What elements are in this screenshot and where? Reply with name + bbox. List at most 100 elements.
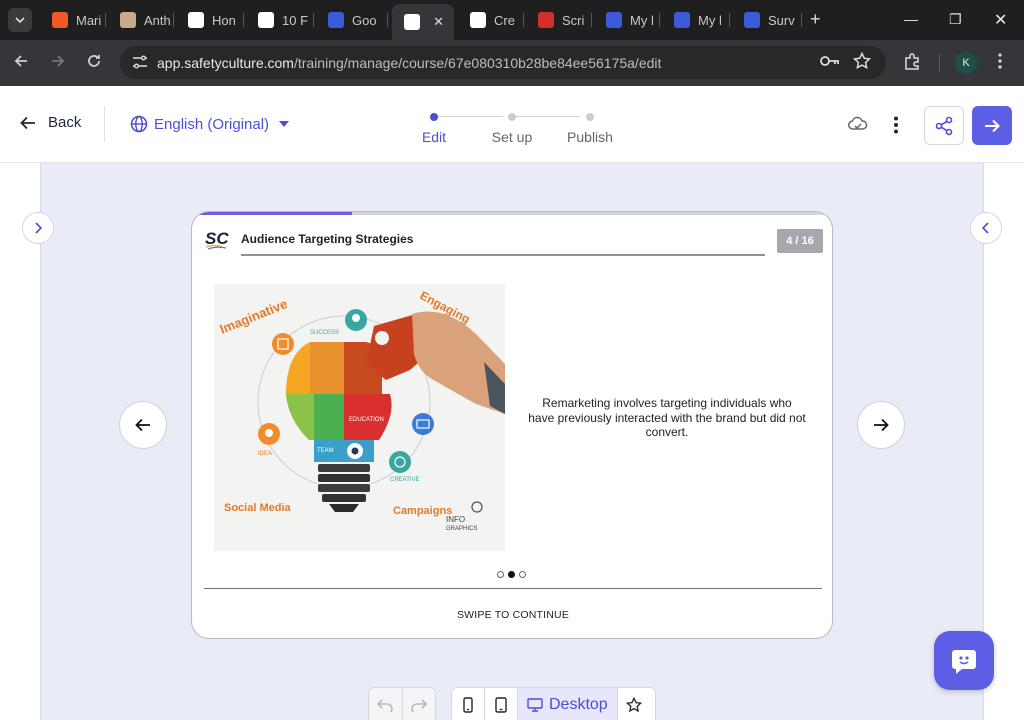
address-bar[interactable]: app.safetyculture.com/training/manage/co… (120, 46, 886, 79)
extensions-puzzle-icon[interactable] (903, 53, 921, 75)
carousel-dot[interactable] (497, 571, 504, 578)
device-preview-switcher: Desktop (451, 687, 656, 720)
share-icon (935, 116, 953, 135)
site-info-icon[interactable] (132, 55, 148, 69)
browser-tab[interactable]: 10 F (246, 6, 314, 34)
step-label: Edit (421, 129, 447, 145)
tab-title: Cre (494, 12, 515, 28)
browser-tab-active[interactable]: ✕ (392, 4, 454, 40)
tab-title: My l (630, 12, 654, 28)
password-key-icon[interactable] (820, 54, 840, 72)
chevron-left-icon (982, 222, 989, 234)
tab-title: My l (698, 12, 722, 28)
minimize-icon[interactable]: — (904, 11, 918, 27)
illustration-label: TEAM (317, 448, 334, 454)
mobile-preview-button[interactable] (452, 688, 485, 720)
tab-title: Hon (212, 12, 236, 28)
profile-avatar[interactable]: K (955, 52, 977, 74)
illustration-label: Campaigns (393, 505, 452, 517)
previous-slide-button[interactable] (119, 401, 167, 449)
more-options-icon[interactable] (893, 116, 899, 134)
language-selector[interactable]: English (Original) (130, 115, 290, 133)
slide-body-text: Remarketing involves targeting individua… (528, 396, 806, 439)
step-publish[interactable]: Publish (555, 108, 625, 145)
arrow-right-icon (874, 418, 889, 432)
browser-tab-strip: Mari Anth Hon 10 F Goo ✕ Cre Scri My l My l Surv +… (0, 0, 1024, 40)
slide-progress-fill (192, 212, 352, 215)
browser-tab[interactable]: Anth (108, 6, 174, 34)
browser-toolbar: app.safetyculture.com/training/manage/co… (0, 40, 1024, 86)
browser-tab[interactable]: Mari (40, 6, 106, 34)
illustration-label: Social Media (224, 502, 292, 514)
back-label: Back (48, 114, 82, 131)
forward-arrow-icon[interactable] (50, 53, 66, 74)
progress-stepper: Edit Set up Publish (410, 108, 630, 148)
tab-favicon-icon (404, 14, 420, 30)
carousel-dots (497, 571, 526, 578)
desktop-label: Desktop (549, 696, 608, 713)
monitor-icon (527, 698, 543, 712)
tab-favicon-icon (188, 12, 204, 28)
step-dot (430, 113, 438, 121)
star-icon (626, 697, 643, 713)
tab-title: Mari (76, 12, 102, 28)
safetyculture-logo: SC (205, 229, 229, 250)
close-window-icon[interactable]: ✕ (994, 10, 1007, 30)
tab-search-button[interactable] (8, 8, 32, 32)
slide-preview-card[interactable]: SC Audience Targeting Strategies 4 / 16 … (191, 211, 833, 639)
tab-favicon-icon (674, 12, 690, 28)
share-button[interactable] (924, 106, 964, 145)
chat-bubble-icon (952, 649, 976, 674)
back-arrow-icon[interactable] (13, 53, 29, 74)
slide-title: Audience Targeting Strategies (241, 232, 414, 246)
browser-tab[interactable]: Scri (526, 6, 592, 34)
footer-divider (204, 588, 822, 589)
step-dot (586, 113, 594, 121)
browser-tab[interactable]: My l (594, 6, 660, 34)
undo-button[interactable] (369, 688, 402, 720)
tab-title: Scri (562, 12, 585, 28)
app-header: Back English (Original) Edit Set up Publ… (0, 86, 1024, 163)
browser-menu-icon[interactable] (998, 53, 1002, 73)
desktop-preview-button[interactable]: Desktop (518, 688, 618, 720)
tab-separator (729, 13, 730, 27)
new-tab-button[interactable]: + (810, 10, 821, 28)
next-slide-button[interactable] (857, 401, 905, 449)
step-set-up[interactable]: Set up (477, 108, 547, 145)
illustration-label: GRAPHICS (446, 526, 477, 532)
step-edit[interactable]: Edit (399, 108, 469, 145)
expand-left-panel-button[interactable] (22, 212, 54, 244)
cloud-saved-icon (848, 116, 868, 130)
tablet-preview-button[interactable] (485, 688, 518, 720)
reload-icon[interactable] (86, 53, 102, 74)
chat-support-button[interactable] (934, 631, 994, 690)
browser-tab[interactable]: Goo (316, 6, 388, 34)
illustration-label: CREATIVE (390, 477, 420, 483)
bookmark-star-icon[interactable] (852, 51, 872, 74)
close-tab-icon[interactable]: ✕ (433, 14, 444, 30)
tab-favicon-icon (744, 12, 760, 28)
arrow-left-icon (20, 116, 35, 129)
tab-separator (523, 13, 524, 27)
tab-separator (659, 13, 660, 27)
browser-tab[interactable]: Surv (732, 6, 802, 34)
expand-right-panel-button[interactable] (970, 212, 1002, 244)
favorite-button[interactable] (618, 688, 651, 720)
browser-tab[interactable]: My l (662, 6, 730, 34)
phone-icon (463, 697, 473, 713)
browser-tab[interactable]: Cre (458, 6, 524, 34)
restore-icon[interactable]: ❐ (949, 11, 962, 28)
tab-favicon-icon (606, 12, 622, 28)
tab-favicon-icon (470, 12, 486, 28)
language-label: English (Original) (154, 115, 270, 133)
illustration-label: EDUCATION (349, 417, 384, 423)
back-button[interactable]: Back (20, 114, 81, 131)
tab-separator (243, 13, 244, 27)
continue-button[interactable] (972, 106, 1012, 145)
redo-button[interactable] (401, 688, 436, 720)
illustration-label: INFO (446, 515, 465, 524)
carousel-dot[interactable] (508, 571, 515, 578)
carousel-dot[interactable] (519, 571, 526, 578)
browser-tab[interactable]: Hon (176, 6, 244, 34)
tab-favicon-icon (258, 12, 274, 28)
